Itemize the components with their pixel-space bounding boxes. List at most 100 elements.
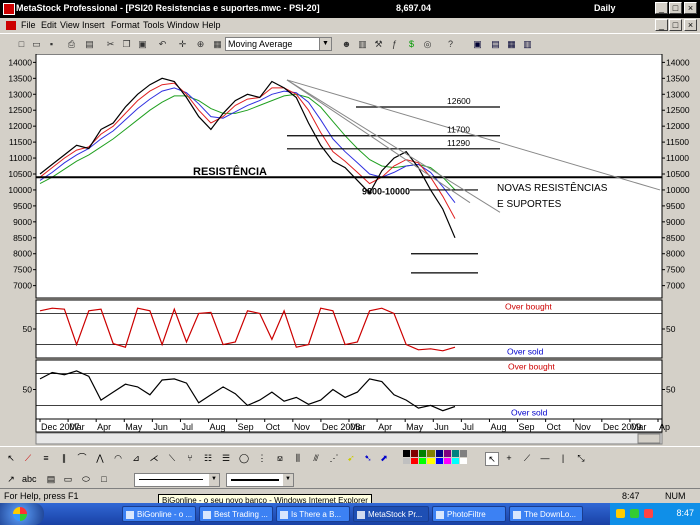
speed-tool-icon[interactable]: ⊿ bbox=[130, 452, 142, 464]
print-preview-icon[interactable]: ▤ bbox=[83, 38, 96, 50]
doc-icon bbox=[6, 21, 16, 30]
overbought-label: Over bought bbox=[505, 301, 552, 311]
menu-window[interactable]: Window bbox=[167, 20, 199, 30]
system-tester-icon[interactable]: ⚒ bbox=[372, 38, 385, 50]
line-weight-select[interactable]: ▼ bbox=[226, 473, 294, 487]
task-download[interactable]: The DownLo... bbox=[509, 506, 583, 522]
horizontal-scrollbar[interactable] bbox=[35, 432, 663, 445]
ie-icon bbox=[203, 511, 211, 519]
tray-icon[interactable] bbox=[630, 509, 639, 518]
layout-tile-icon[interactable]: ▤ bbox=[489, 38, 502, 50]
minimize-button[interactable]: _ bbox=[655, 2, 668, 14]
menu-view[interactable]: View bbox=[60, 20, 79, 30]
menu-format[interactable]: Format bbox=[111, 20, 140, 30]
vertical-line-icon[interactable]: | bbox=[557, 452, 569, 464]
regression-tool-icon[interactable]: ⟍ bbox=[166, 452, 178, 464]
open-icon[interactable]: ▭ bbox=[30, 38, 43, 50]
tray-icon[interactable] bbox=[616, 509, 625, 518]
quadrant-tool-icon[interactable]: ☷ bbox=[202, 452, 214, 464]
dollar-icon[interactable]: $ bbox=[405, 38, 418, 50]
doc-restore-button[interactable]: □ bbox=[669, 19, 682, 31]
scrollbar-thumb[interactable] bbox=[637, 433, 661, 444]
menu-file[interactable]: File bbox=[21, 20, 36, 30]
rectangle-tool-icon[interactable]: ▭ bbox=[62, 473, 74, 485]
trendline-tool-icon[interactable]: ⟋ bbox=[521, 452, 533, 464]
zoom-icon[interactable]: ⊕ bbox=[194, 38, 207, 50]
layout-cascade-icon[interactable]: ▣ bbox=[471, 38, 484, 50]
gann-tool-icon[interactable]: ⋀ bbox=[94, 452, 106, 464]
pointer-small-icon[interactable]: ↗ bbox=[5, 473, 17, 485]
x-tick-label: Jun bbox=[434, 422, 449, 432]
print-icon[interactable]: ⎙ bbox=[65, 38, 78, 50]
ellipse-tool-icon[interactable]: ◯ bbox=[238, 452, 250, 464]
text-tool-icon[interactable]: abc bbox=[22, 473, 37, 485]
chevron-down-icon[interactable]: ▼ bbox=[319, 38, 331, 50]
cycle-tool-icon[interactable]: ⌒ bbox=[76, 452, 88, 464]
y-tick-label-left: 10000 bbox=[8, 185, 32, 195]
chart-area[interactable]: Dec 2007Mar Apr May Jun Jul Aug Sep Oct Nov Dec 2… bbox=[0, 54, 700, 446]
tray-icon[interactable] bbox=[644, 509, 653, 518]
explorer-icon[interactable]: ▥ bbox=[356, 38, 369, 50]
text-box-tool-icon[interactable]: ▤ bbox=[45, 473, 57, 485]
copy-icon[interactable]: ❐ bbox=[120, 38, 133, 50]
arc-tool-icon[interactable]: ◠ bbox=[112, 452, 124, 464]
line-style-select[interactable]: ▼ bbox=[134, 473, 220, 487]
layout-vertical-icon[interactable]: ▥ bbox=[521, 38, 534, 50]
color-palette[interactable] bbox=[403, 450, 467, 464]
save-icon[interactable]: ▪ bbox=[45, 38, 58, 50]
new-icon[interactable]: □ bbox=[15, 38, 28, 50]
sell-arrow-icon[interactable]: ➷ bbox=[362, 452, 374, 464]
horizontal-line-icon[interactable]: — bbox=[539, 452, 551, 464]
pointer-tool-icon[interactable]: ↖ bbox=[485, 452, 499, 466]
task-bigonline[interactable]: BiGonline - o ... bbox=[122, 506, 196, 522]
speed-resistance-icon[interactable]: ⋰ bbox=[328, 452, 340, 464]
menu-tools[interactable]: Tools bbox=[143, 20, 164, 30]
chevron-down-icon[interactable]: ▼ bbox=[209, 474, 219, 486]
ie-icon bbox=[126, 511, 134, 519]
crosshair-tool-icon[interactable]: + bbox=[503, 452, 515, 464]
task-metastock[interactable]: MetaStock Pr... bbox=[353, 506, 429, 522]
start-button[interactable] bbox=[0, 503, 44, 525]
paste-icon[interactable]: ▣ bbox=[136, 38, 149, 50]
maximize-button[interactable]: □ bbox=[669, 2, 682, 14]
expert-icon[interactable]: ☻ bbox=[340, 38, 353, 50]
andrews-tool-icon[interactable]: ⑂ bbox=[184, 452, 196, 464]
cut-icon[interactable]: ✂ bbox=[104, 38, 117, 50]
menu-help[interactable]: Help bbox=[202, 20, 221, 30]
doc-minimize-button[interactable]: _ bbox=[655, 19, 668, 31]
magnifier-tool-icon[interactable]: ⤡ bbox=[575, 452, 587, 464]
layout-grid-icon[interactable]: ▦ bbox=[505, 38, 518, 50]
undo-icon[interactable]: ↶ bbox=[156, 38, 169, 50]
chevron-down-icon[interactable]: ▼ bbox=[283, 474, 293, 486]
task-is-there[interactable]: Is There a B... bbox=[276, 506, 350, 522]
square-tool-icon[interactable]: □ bbox=[98, 473, 110, 485]
fib-tool-icon[interactable]: ≡ bbox=[40, 452, 52, 464]
fan-tool-icon[interactable]: ⋌ bbox=[148, 452, 160, 464]
task-photofiltre[interactable]: PhotoFiltre bbox=[432, 506, 506, 522]
tirone-tool-icon[interactable]: ☰ bbox=[220, 452, 232, 464]
buy-arrow-icon[interactable]: ➹ bbox=[345, 452, 357, 464]
oversold-label: Over sold bbox=[507, 347, 544, 357]
doc-close-button[interactable]: × bbox=[684, 19, 697, 31]
std-channel-icon[interactable]: ⫻ bbox=[310, 452, 322, 464]
indicator-select[interactable]: Moving Average ▼ bbox=[225, 37, 332, 51]
chart-icon[interactable]: ▦ bbox=[211, 38, 224, 50]
task-best-trading[interactable]: Best Trading ... bbox=[199, 506, 273, 522]
y-tick-label-right: 8000 bbox=[666, 249, 685, 259]
menu-edit[interactable]: Edit bbox=[41, 20, 57, 30]
level-label-11290: 11290 bbox=[447, 138, 470, 148]
close-button[interactable]: × bbox=[684, 2, 697, 14]
error-channel-icon[interactable]: ⫼ bbox=[292, 452, 304, 464]
context-help-icon[interactable]: ? bbox=[444, 38, 457, 50]
symbol-tool-icon[interactable]: ⬈ bbox=[378, 452, 390, 464]
raff-tool-icon[interactable]: ⟏ bbox=[274, 452, 286, 464]
line-tool-icon[interactable]: ⟋ bbox=[22, 452, 34, 464]
crosshair-icon[interactable]: ✛ bbox=[176, 38, 189, 50]
menu-insert[interactable]: Insert bbox=[82, 20, 105, 30]
binoculars-icon[interactable]: ◎ bbox=[421, 38, 434, 50]
time-zone-tool-icon[interactable]: ⋮ bbox=[256, 452, 268, 464]
arrow-tool-icon[interactable]: ↖ bbox=[5, 452, 17, 464]
ellipse-shape-icon[interactable]: ⬭ bbox=[80, 473, 92, 485]
formula-icon[interactable]: ƒ bbox=[388, 38, 401, 50]
channel-tool-icon[interactable]: ∥ bbox=[58, 452, 70, 464]
